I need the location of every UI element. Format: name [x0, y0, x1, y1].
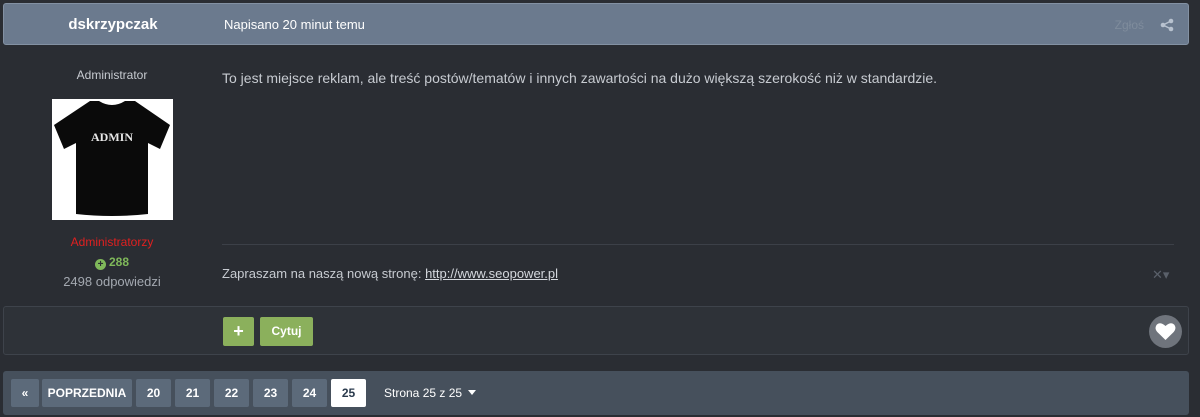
avatar-text: ADMIN: [91, 130, 133, 144]
previous-page-button[interactable]: POPRZEDNIA: [42, 379, 132, 407]
heart-icon: [1155, 323, 1176, 340]
first-page-button[interactable]: «: [11, 379, 39, 407]
page-link[interactable]: 24: [292, 379, 327, 407]
share-icon[interactable]: [1160, 18, 1174, 32]
page-link[interactable]: 20: [136, 379, 171, 407]
caret-down-icon: [468, 390, 477, 395]
reputation-badge: +288: [3, 255, 221, 270]
signature-divider: [222, 244, 1174, 245]
page-link-active[interactable]: 25: [331, 379, 366, 407]
page-jump-dropdown[interactable]: Strona 25 z 25: [384, 379, 477, 407]
page-info-text: Strona 25 z 25: [384, 386, 463, 400]
page-link[interactable]: 22: [214, 379, 249, 407]
group-name: Administratorzy: [70, 235, 154, 249]
signature: Zapraszam na naszą nową stronę: http://w…: [222, 266, 558, 281]
post-actions: + Cytuj: [3, 306, 1189, 355]
post-header: dskrzypczak Napisano 20 minut temu Zgłoś: [3, 3, 1189, 45]
like-button[interactable]: [1149, 315, 1182, 348]
pagination: « POPRZEDNIA 20 21 22 23 24 25 Strona 25…: [3, 371, 1189, 415]
post-date[interactable]: Napisano 20 minut temu: [224, 4, 365, 46]
reputation-plus-button[interactable]: +: [223, 317, 254, 346]
signature-text: Zapraszam na naszą nową stronę:: [222, 266, 422, 281]
author-title: Administrator: [76, 68, 148, 82]
quote-button[interactable]: Cytuj: [260, 317, 313, 346]
post-count: 2498 odpowiedzi: [63, 274, 161, 289]
avatar[interactable]: ADMIN: [52, 99, 173, 220]
reputation-value: 288: [108, 255, 130, 269]
plus-circle-icon: +: [94, 259, 106, 270]
signature-link[interactable]: http://www.seopower.pl: [425, 266, 558, 281]
page-link[interactable]: 23: [253, 379, 288, 407]
signature-toggle-icon[interactable]: ✕▾: [1152, 267, 1169, 283]
report-link[interactable]: Zgłoś: [1115, 4, 1144, 46]
author-panel: Administrator ADMIN Administratorzy +288…: [3, 46, 221, 304]
page-link[interactable]: 21: [175, 379, 210, 407]
post-body: To jest miejsce reklam, ale treść postów…: [222, 70, 938, 86]
author-name[interactable]: dskrzypczak: [4, 4, 222, 46]
